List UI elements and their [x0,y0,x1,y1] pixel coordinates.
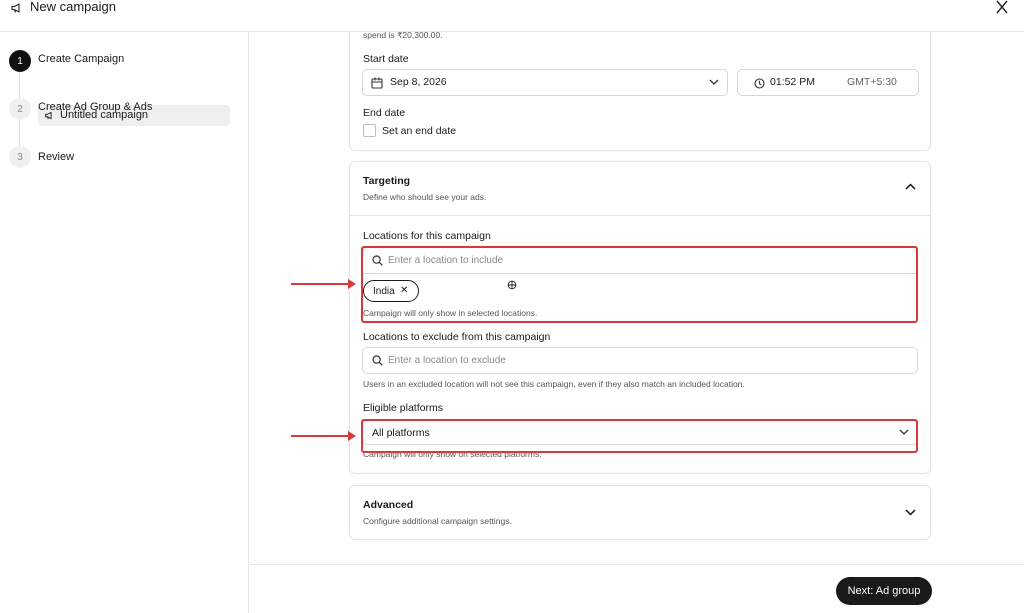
chevron-down-icon [709,79,719,86]
step-connector [19,119,20,146]
targeting-subtitle: Define who should see your ads. [363,192,487,202]
highlight-box [361,419,918,453]
start-time-picker[interactable]: 01:52 PM GMT+5:30 [737,69,919,96]
top-bar: New campaign [0,0,1024,32]
start-date-value: Sep 8, 2026 [390,76,447,88]
exclude-location-input[interactable]: Enter a location to exclude [362,347,918,374]
highlight-box [361,246,918,323]
step-2-number: 2 [9,98,31,120]
start-date-picker[interactable]: Sep 8, 2026 [362,69,728,96]
step-1-number: 1 [9,50,31,72]
include-locations-label: Locations for this campaign [363,230,491,242]
clock-icon [754,78,765,89]
start-time-value: 01:52 PM [770,76,815,88]
divider [350,215,930,216]
exclude-location-placeholder: Enter a location to exclude [388,355,506,366]
step-connector [19,71,20,101]
megaphone-icon [10,1,24,15]
advanced-title[interactable]: Advanced [363,499,413,511]
start-date-label: Start date [363,53,409,65]
platforms-label: Eligible platforms [363,402,443,414]
stepper-sidebar: 1 Create Campaign Untitled campaign 2 Cr… [0,32,249,613]
step-3-number: 3 [9,146,31,168]
chevron-down-icon[interactable] [905,509,916,516]
next-ad-group-button[interactable]: Next: Ad group [836,577,932,605]
calendar-icon [371,77,383,89]
end-date-checkbox[interactable] [363,124,376,137]
end-date-checkbox-label[interactable]: Set an end date [382,125,456,137]
page-title: New campaign [30,0,116,14]
highlight-arrow [291,431,356,441]
step-create-campaign[interactable]: Create Campaign [38,53,124,65]
chevron-up-icon[interactable] [905,183,916,190]
targeting-title[interactable]: Targeting [363,175,410,187]
exclude-locations-label: Locations to exclude from this campaign [363,331,551,343]
end-date-label: End date [363,107,406,119]
search-icon [372,355,383,366]
close-icon[interactable] [994,0,1010,16]
step-review[interactable]: Review [38,151,74,163]
exclude-locations-help: Users in an excluded location will not s… [363,379,745,389]
timezone-label: GMT+5:30 [847,76,897,88]
advanced-card[interactable] [349,485,931,540]
highlight-arrow [291,279,356,289]
step-create-ad-group[interactable]: Create Ad Group & Ads [38,101,152,113]
footer-divider [250,564,1024,565]
advanced-subtitle: Configure additional campaign settings. [363,516,512,526]
